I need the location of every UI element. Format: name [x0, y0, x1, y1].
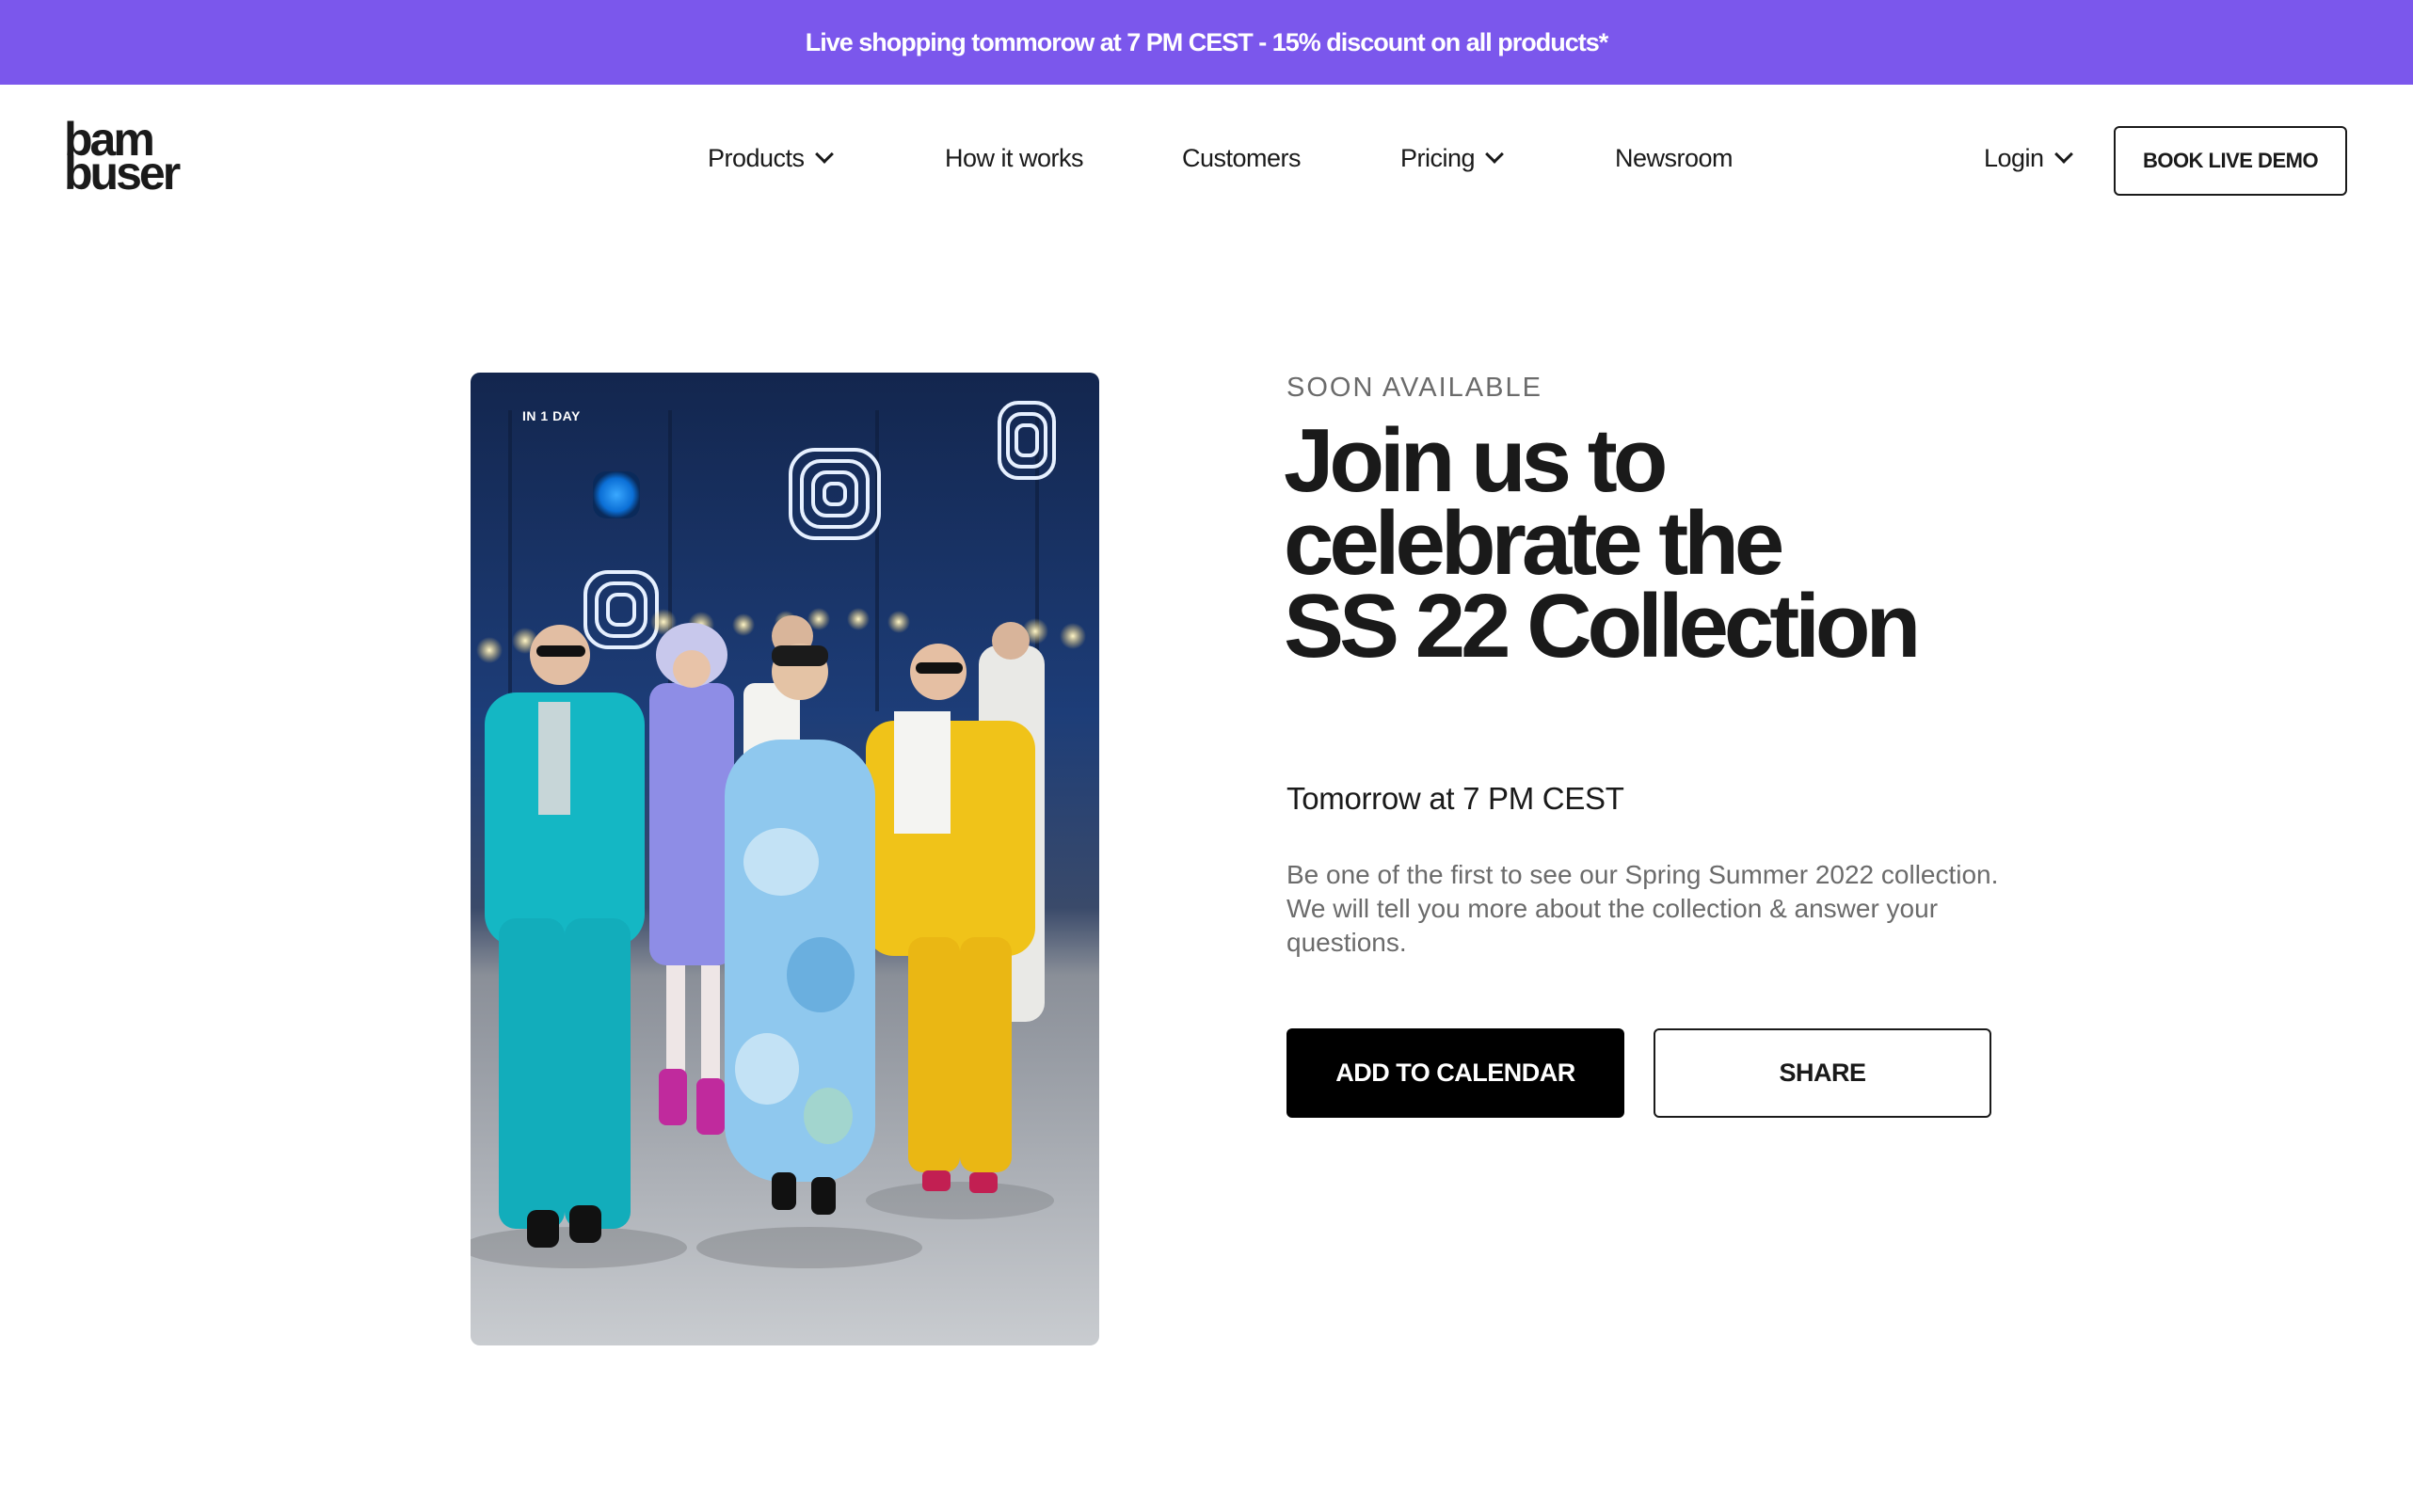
nav-item-label: Customers [1182, 143, 1302, 172]
book-live-demo-button[interactable]: BOOK LIVE DEMO [2114, 126, 2347, 196]
page-title: Join us to celebrate the SS 22 Collectio… [1284, 410, 2037, 676]
logo-line-2: buser [64, 147, 181, 199]
bambuser-logo[interactable]: bam buser [64, 116, 196, 199]
headline-line-1: Join us to [1284, 410, 1668, 511]
promo-banner[interactable]: Live shopping tommorow at 7 PM CEST - 15… [0, 0, 2413, 85]
nav-item-label: Products [708, 143, 805, 172]
add-to-calendar-button[interactable]: ADD TO CALENDAR [1286, 1028, 1624, 1118]
nav-item-how-it-works[interactable]: How it works [945, 139, 1084, 177]
headline-line-2: celebrate the [1284, 493, 1784, 594]
countdown-badge: IN 1 DAY [522, 408, 581, 423]
nav-item-pricing[interactable]: Pricing [1400, 139, 1504, 177]
share-button[interactable]: SHARE [1654, 1028, 1991, 1118]
chevron-down-icon [2053, 145, 2073, 164]
nav-item-label: Newsroom [1615, 143, 1734, 172]
chevron-down-icon [1485, 145, 1504, 164]
promo-text: Live shopping tommorow at 7 PM CEST - 15… [805, 27, 1609, 56]
login-label: Login [1984, 143, 2044, 172]
login-menu[interactable]: Login [1984, 139, 2073, 177]
chevron-down-icon [814, 145, 834, 164]
nav-item-label: Pricing [1400, 143, 1476, 172]
hero-runway-image[interactable]: IN 1 DAY [471, 373, 1099, 1345]
runway-illustration [471, 373, 1099, 1345]
nav-item-products[interactable]: Products [708, 139, 834, 177]
nav-item-newsroom[interactable]: Newsroom [1615, 139, 1734, 177]
nav-item-customers[interactable]: Customers [1182, 139, 1302, 177]
soon-available-label: SOON AVAILABLE [1286, 373, 1542, 403]
headline-line-3: SS 22 Collection [1284, 576, 1921, 676]
nav-item-label: How it works [945, 143, 1084, 172]
event-time: Tomorrow at 7 PM CEST [1286, 781, 1624, 816]
event-description: Be one of the first to see our Spring Su… [1286, 860, 1999, 957]
